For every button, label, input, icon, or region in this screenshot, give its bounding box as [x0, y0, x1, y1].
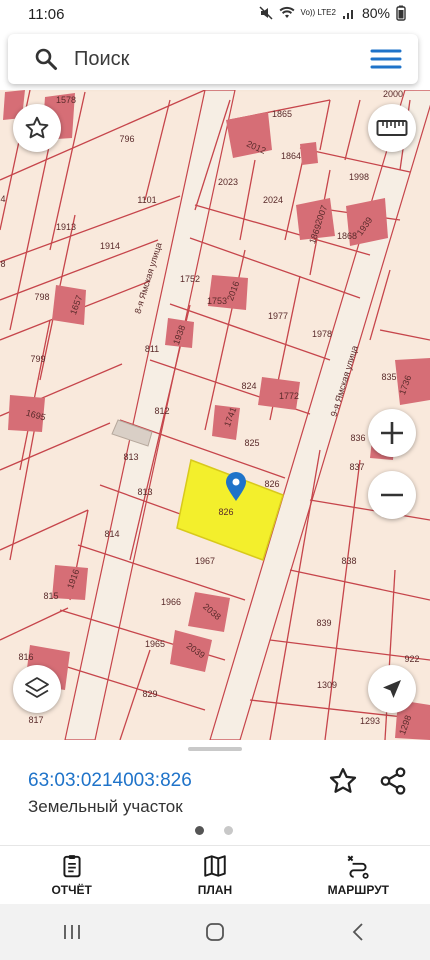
route-icon — [347, 855, 369, 879]
parcel-label: 1293 — [360, 716, 380, 726]
home-button[interactable] — [195, 917, 235, 947]
parcel-label: 1998 — [349, 172, 369, 182]
wifi-icon — [279, 6, 295, 18]
parcel-label: 2000 — [383, 90, 403, 99]
status-time: 11:06 — [28, 6, 65, 23]
parcel-label: 835 — [381, 372, 396, 382]
page-indicator — [195, 826, 233, 835]
search-icon[interactable] — [34, 47, 58, 71]
nav-plan[interactable]: ПЛАН — [143, 846, 286, 904]
parcel-label: 1868 — [337, 231, 357, 241]
nav-route-label: МАРШРУТ — [327, 883, 389, 897]
parcel-label: 1772 — [279, 391, 299, 401]
zoom-out-icon — [381, 493, 403, 497]
parcel-label: 1913 — [56, 222, 76, 232]
status-icons: Vo)) LTE2 80% — [259, 5, 406, 21]
layers-button[interactable] — [13, 665, 61, 713]
parcel-label: 799 — [30, 354, 45, 364]
parcel-label: 8 — [0, 259, 5, 269]
battery-icon — [396, 5, 406, 21]
mute-icon — [259, 6, 273, 20]
parcel-label: 817 — [28, 715, 43, 725]
parcel-label: 813 — [137, 487, 152, 497]
parcel-label: 922 — [404, 654, 419, 664]
locate-icon — [383, 680, 401, 698]
nav-plan-label: ПЛАН — [197, 883, 233, 897]
recents-button[interactable] — [52, 917, 92, 947]
parcel-label: 811 — [145, 344, 159, 354]
favorite-button[interactable] — [13, 104, 61, 152]
parcel-label: 1865 — [272, 109, 292, 119]
zoom-in-button[interactable] — [368, 409, 416, 457]
parcel-label: 1752 — [180, 274, 200, 284]
parcel-label: 838 — [341, 556, 356, 566]
star-icon[interactable] — [328, 766, 358, 796]
object-type: Земельный участок — [28, 797, 183, 816]
parcel-label: 1753 — [207, 296, 227, 306]
parcel-label: 796 — [119, 134, 134, 144]
back-icon — [353, 922, 363, 941]
page-dot-active — [195, 826, 204, 835]
network-label: Vo)) LTE2 — [300, 8, 336, 17]
parcel-label: 825 — [244, 438, 259, 448]
nav-report-label: ОТЧЁТ — [51, 883, 92, 897]
zoom-in-icon — [381, 422, 403, 444]
search-input[interactable]: Поиск — [74, 48, 370, 71]
parcel-label: 824 — [241, 381, 256, 391]
measure-button[interactable] — [368, 104, 416, 152]
recents-icon — [63, 924, 80, 939]
zoom-out-button[interactable] — [368, 471, 416, 519]
parcel-label: 1309 — [317, 680, 337, 690]
nav-route[interactable]: МАРШРУТ — [287, 846, 430, 904]
parcel-label: 813 — [123, 452, 138, 462]
parcel-label: 814 — [104, 529, 119, 539]
report-icon — [63, 855, 81, 878]
star-icon — [25, 116, 49, 139]
search-bar[interactable]: Поиск — [8, 34, 418, 84]
parcel-label: 2024 — [263, 195, 283, 205]
parcel-label: 836 — [350, 433, 365, 443]
signal-icon — [342, 10, 353, 19]
map-canvas[interactable]: 826 1578 796 1865 2000 2012 1864 1998 11… — [0, 90, 430, 740]
cadastral-map[interactable]: 826 1578 796 1865 2000 2012 1864 1998 11… — [0, 90, 430, 740]
parcel-label: 1966 — [161, 597, 181, 607]
back-button[interactable] — [338, 917, 378, 947]
bottom-nav: ОТЧЁТ ПЛАН МАРШРУТ — [0, 845, 430, 904]
parcel-label: 798 — [34, 292, 49, 302]
share-icon[interactable] — [378, 766, 408, 796]
system-nav — [0, 903, 430, 960]
ruler-icon — [376, 120, 408, 136]
parcel-label: 829 — [142, 689, 157, 699]
nav-report[interactable]: ОТЧЁТ — [0, 846, 143, 904]
parcel-label-selected: 826 — [218, 507, 233, 517]
layers-icon — [25, 677, 49, 698]
parcel-label: 826 — [264, 479, 279, 489]
parcel-label: 1977 — [268, 311, 288, 321]
page-dot — [224, 826, 233, 835]
parcel-label: 839 — [316, 618, 331, 628]
menu-icon[interactable] — [370, 47, 402, 71]
battery-percent: 80% — [361, 5, 390, 21]
parcel-label: 1101 — [137, 195, 156, 205]
parcel-label: 812 — [154, 406, 169, 416]
parcel-label: 2023 — [218, 177, 238, 187]
cadastral-number[interactable]: 63:03:0214003:826 — [28, 770, 192, 792]
info-sheet[interactable]: 63:03:0214003:826 Земельный участок — [0, 740, 430, 845]
parcel-label: 1965 — [145, 639, 165, 649]
buildings — [3, 90, 430, 740]
sheet-handle[interactable] — [188, 747, 242, 751]
home-icon — [206, 922, 224, 941]
parcel-label: 1967 — [195, 556, 215, 566]
parcel-label: 816 — [18, 652, 33, 662]
parcel-label: 1864 — [281, 151, 301, 161]
parcel-label: 1978 — [312, 329, 332, 339]
locate-button[interactable] — [368, 665, 416, 713]
parcel-label: 815 — [43, 591, 58, 601]
parcel-label: 1578 — [56, 95, 76, 105]
plan-icon — [204, 855, 226, 877]
parcel-label: 1914 — [100, 241, 120, 251]
parcel-label: 837 — [349, 462, 364, 472]
status-bar: 11:06 Vo)) LTE2 80% — [0, 0, 430, 30]
parcel-label: 4 — [0, 194, 5, 204]
